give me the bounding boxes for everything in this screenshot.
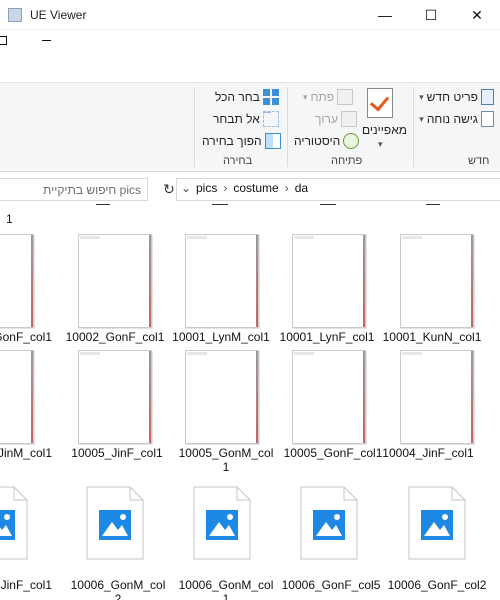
image-file-icon[interactable]: [86, 486, 144, 560]
file-name[interactable]: 10006_GonF_col5: [281, 578, 381, 592]
ribbon: פריט חדש ▾ גישה נוחה ▾ חדש מאפיינים ▾ פת…: [0, 82, 500, 172]
partial-filename: 1: [6, 212, 13, 226]
easy-access-button[interactable]: גישה נוחה ▾: [419, 111, 494, 127]
file-name[interactable]: 10004_JinF_col1: [378, 446, 478, 460]
group-label-new: חדש: [468, 155, 490, 167]
file-name[interactable]: 10001_KunN_col1: [382, 330, 482, 344]
breadcrumb-separator-icon[interactable]: ›: [223, 181, 227, 195]
group-label-open: פתיחה: [331, 155, 363, 167]
partial-filename-fragment: [426, 204, 440, 205]
image-file-icon[interactable]: [0, 486, 28, 560]
select-none-button[interactable]: אל תבחר: [213, 111, 279, 127]
history-button[interactable]: היסטוריה: [294, 133, 360, 149]
quick-access-toolbar: [0, 30, 500, 52]
file-name[interactable]: 10002_GonF_col1: [65, 330, 165, 344]
new-item-button[interactable]: פריט חדש ▾: [419, 89, 494, 105]
group-divider: [287, 87, 288, 167]
invert-selection-label: הפוך בחירה: [202, 134, 262, 148]
file-name[interactable]: JinF_col1: [0, 578, 52, 592]
file-name[interactable]: GonF_col1: [0, 330, 52, 344]
search-placeholder: חיפוש בתיקיית pics: [43, 183, 141, 197]
breadcrumb: pics › costume › da: [196, 181, 308, 195]
search-input[interactable]: חיפוש בתיקיית pics: [0, 178, 148, 201]
dash-icon[interactable]: [42, 40, 51, 41]
open-icon: [337, 89, 354, 105]
file-name[interactable]: 10001_LynF_col1: [277, 330, 377, 344]
file-thumbnail[interactable]: [185, 234, 259, 328]
file-list: 1 10001_KunN_col1 10001_LynF_col1 10001_…: [0, 204, 500, 600]
dropdown-arrow-icon: ▾: [419, 113, 424, 124]
select-all-label: בחר הכל: [215, 90, 260, 104]
edit-button[interactable]: ערוך: [315, 111, 357, 127]
properties-button[interactable]: מאפיינים: [362, 123, 407, 137]
file-thumbnail[interactable]: [185, 350, 259, 444]
edit-icon: [340, 111, 357, 127]
file-name[interactable]: 10001_LynM_col1: [171, 330, 271, 344]
minimize-button[interactable]: —: [362, 0, 408, 30]
chevron-down-icon[interactable]: ⌄: [181, 181, 191, 195]
file-thumbnail[interactable]: [0, 350, 34, 444]
partial-filename-fragment: [212, 204, 228, 205]
window-title: UE Viewer: [30, 8, 87, 22]
file-name[interactable]: 10006_GonM_col 1: [174, 578, 278, 600]
file-thumbnail[interactable]: [0, 234, 34, 328]
image-file-icon[interactable]: [193, 486, 251, 560]
address-bar-row: חיפוש בתיקיית pics ↻ ⌄ pics › costume › …: [0, 178, 500, 202]
file-name[interactable]: 10005_JinF_col1: [67, 446, 167, 460]
partial-filename-fragment: [320, 204, 336, 205]
app-icon: [8, 8, 22, 22]
select-none-icon: [262, 111, 279, 127]
file-thumbnail[interactable]: [78, 234, 152, 328]
properties-label: מאפיינים: [362, 123, 408, 137]
checkbox-icon[interactable]: [0, 36, 7, 45]
new-item-icon: [481, 89, 494, 105]
title-bar: UE Viewer — ☐ ✕: [0, 0, 500, 30]
file-thumbnail[interactable]: [78, 350, 152, 444]
new-item-label: פריט חדש: [426, 90, 478, 104]
file-thumbnail[interactable]: [400, 350, 474, 444]
file-name[interactable]: JinM_col1: [0, 446, 52, 460]
properties-dropdown-icon[interactable]: ▾: [378, 139, 383, 150]
file-thumbnail[interactable]: [292, 350, 366, 444]
file-thumbnail[interactable]: [400, 234, 474, 328]
open-button[interactable]: פתח ▾: [303, 89, 354, 105]
close-button[interactable]: ✕: [454, 0, 500, 30]
file-name[interactable]: 10006_GonM_col 2: [66, 578, 170, 600]
file-name[interactable]: 10006_GonF_col2: [387, 578, 487, 592]
group-divider: [413, 87, 414, 167]
history-icon: [343, 133, 360, 149]
invert-selection-button[interactable]: הפוך בחירה: [202, 133, 281, 149]
properties-checkmark-icon[interactable]: [367, 88, 393, 118]
image-file-icon[interactable]: [408, 486, 466, 560]
image-file-icon[interactable]: [300, 486, 358, 560]
breadcrumb-item-da[interactable]: da: [295, 181, 308, 195]
easy-access-label: גישה נוחה: [426, 112, 478, 126]
maximize-button[interactable]: ☐: [408, 0, 454, 30]
open-label: פתח: [310, 90, 335, 104]
select-all-button[interactable]: בחר הכל: [215, 89, 279, 105]
edit-label: ערוך: [315, 112, 338, 126]
group-label-select: בחירה: [223, 155, 253, 167]
dropdown-arrow-icon: ▾: [419, 91, 424, 102]
invert-selection-icon: [264, 133, 281, 149]
select-all-icon: [262, 89, 279, 105]
breadcrumb-separator-icon[interactable]: ›: [285, 181, 289, 195]
file-name[interactable]: 10005_GonF_col1: [283, 446, 383, 460]
file-thumbnail[interactable]: [292, 234, 366, 328]
file-name[interactable]: 10005_GonM_col 1: [174, 446, 278, 474]
easy-access-icon: [481, 111, 494, 127]
history-label: היסטוריה: [294, 134, 341, 148]
group-divider: [194, 87, 195, 167]
dropdown-arrow-icon: ▾: [303, 91, 308, 102]
breadcrumb-item-costume[interactable]: costume: [233, 181, 278, 195]
select-none-label: אל תבחר: [213, 112, 260, 126]
breadcrumb-item-pics[interactable]: pics: [196, 181, 217, 195]
partial-filename-fragment: [96, 204, 110, 205]
